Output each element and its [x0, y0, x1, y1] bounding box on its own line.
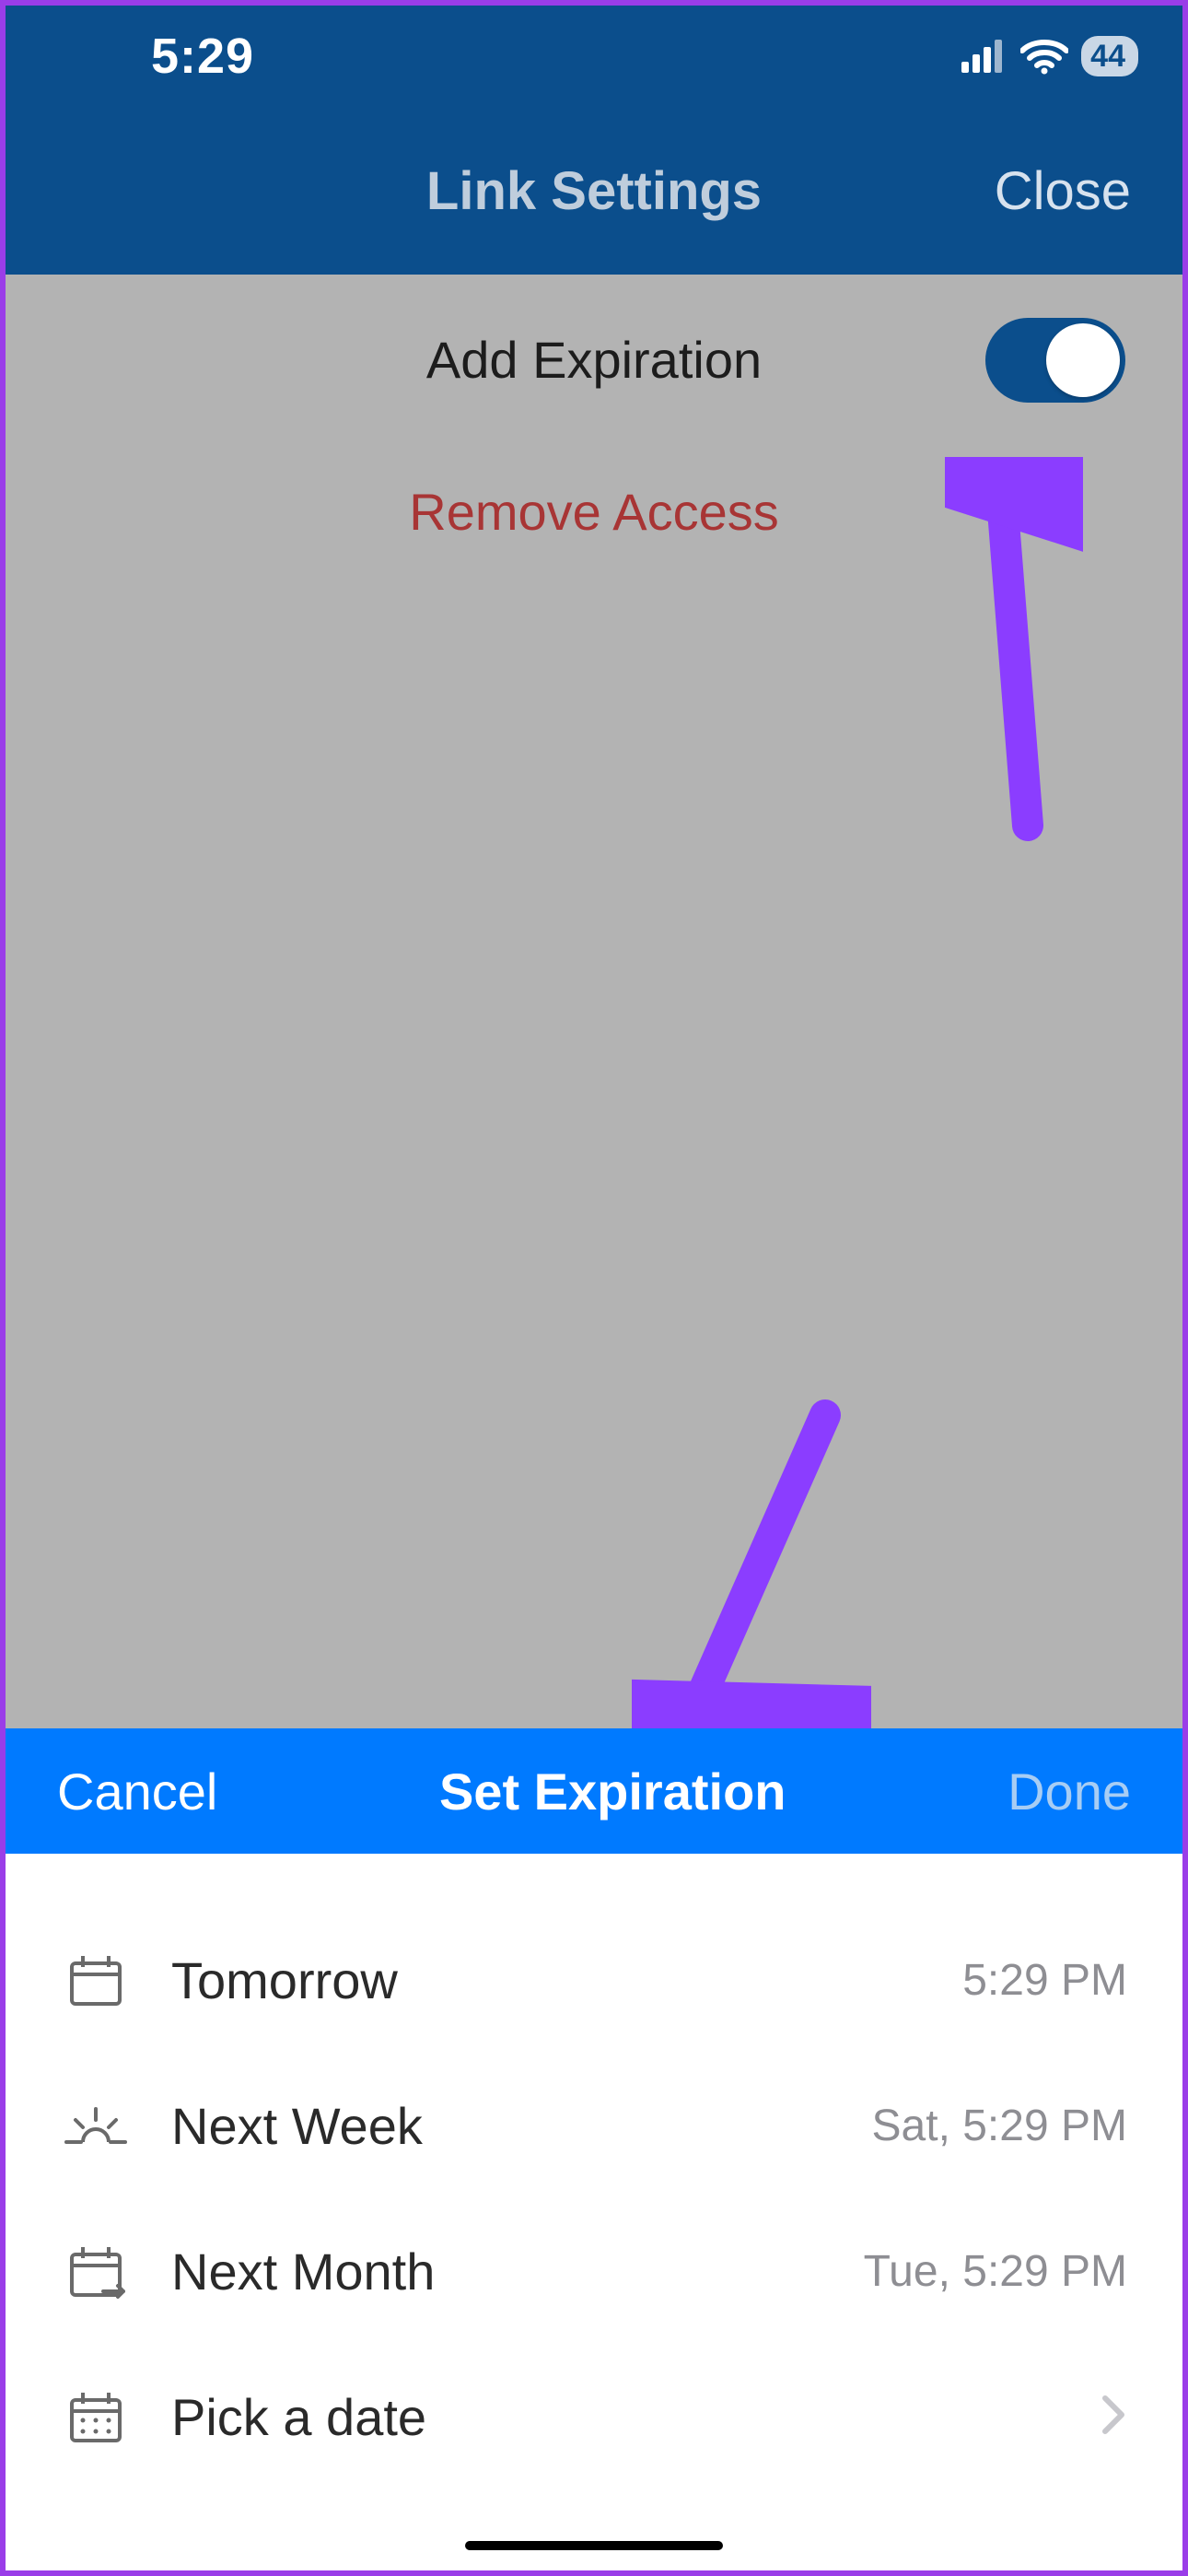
- chevron-right-icon: [1101, 2387, 1127, 2447]
- wifi-icon: [1020, 38, 1068, 75]
- sunrise-icon: [61, 2090, 131, 2160]
- sheet-title: Set Expiration: [439, 1762, 786, 1821]
- status-bar: 5:29 44: [6, 6, 1182, 107]
- top-header: 5:29 44: [6, 6, 1182, 275]
- cellular-signal-icon: [961, 40, 1007, 73]
- nav-bar: Link Settings Close: [6, 107, 1182, 275]
- calendar-icon: [61, 1945, 131, 2015]
- calendar-grid-icon: [61, 2382, 131, 2452]
- page-title: Link Settings: [426, 160, 762, 222]
- add-expiration-row: Add Expiration: [6, 275, 1182, 445]
- expiration-options: Tomorrow 5:29 PM Next Week Sat, 5:29 PM: [6, 1854, 1182, 2570]
- option-label: Pick a date: [171, 2387, 1090, 2447]
- option-label: Next Month: [171, 2242, 864, 2301]
- option-label: Tomorrow: [171, 1950, 962, 2010]
- toggle-knob-icon: [1046, 323, 1120, 397]
- battery-indicator: 44: [1081, 36, 1138, 76]
- option-value: 5:29 PM: [962, 1955, 1127, 2006]
- home-indicator[interactable]: [465, 2541, 723, 2550]
- option-next-month[interactable]: Next Month Tue, 5:29 PM: [6, 2198, 1182, 2344]
- option-value: Sat, 5:29 PM: [872, 2101, 1127, 2151]
- option-label: Next Week: [171, 2096, 872, 2156]
- option-tomorrow[interactable]: Tomorrow 5:29 PM: [6, 1907, 1182, 2053]
- status-time: 5:29: [50, 28, 254, 85]
- sheet-header: Cancel Set Expiration Done: [6, 1728, 1182, 1854]
- close-button[interactable]: Close: [995, 160, 1131, 222]
- set-expiration-sheet: Cancel Set Expiration Done Tomorrow 5:29…: [6, 1728, 1182, 2570]
- option-pick-date[interactable]: Pick a date: [6, 2344, 1182, 2489]
- done-button[interactable]: Done: [1007, 1762, 1131, 1821]
- option-next-week[interactable]: Next Week Sat, 5:29 PM: [6, 2053, 1182, 2198]
- add-expiration-toggle[interactable]: [985, 318, 1125, 403]
- calendar-arrow-icon: [61, 2236, 131, 2306]
- annotation-arrow-sheet-icon: [632, 1397, 871, 1765]
- option-value: Tue, 5:29 PM: [864, 2246, 1127, 2297]
- battery-level: 44: [1090, 38, 1125, 75]
- remove-access-label: Remove Access: [409, 482, 779, 542]
- status-icons: 44: [961, 36, 1138, 76]
- cancel-button[interactable]: Cancel: [57, 1762, 217, 1821]
- add-expiration-label: Add Expiration: [426, 330, 762, 390]
- remove-access-row[interactable]: Remove Access: [6, 445, 1182, 597]
- settings-list: Add Expiration Remove Access: [6, 275, 1182, 597]
